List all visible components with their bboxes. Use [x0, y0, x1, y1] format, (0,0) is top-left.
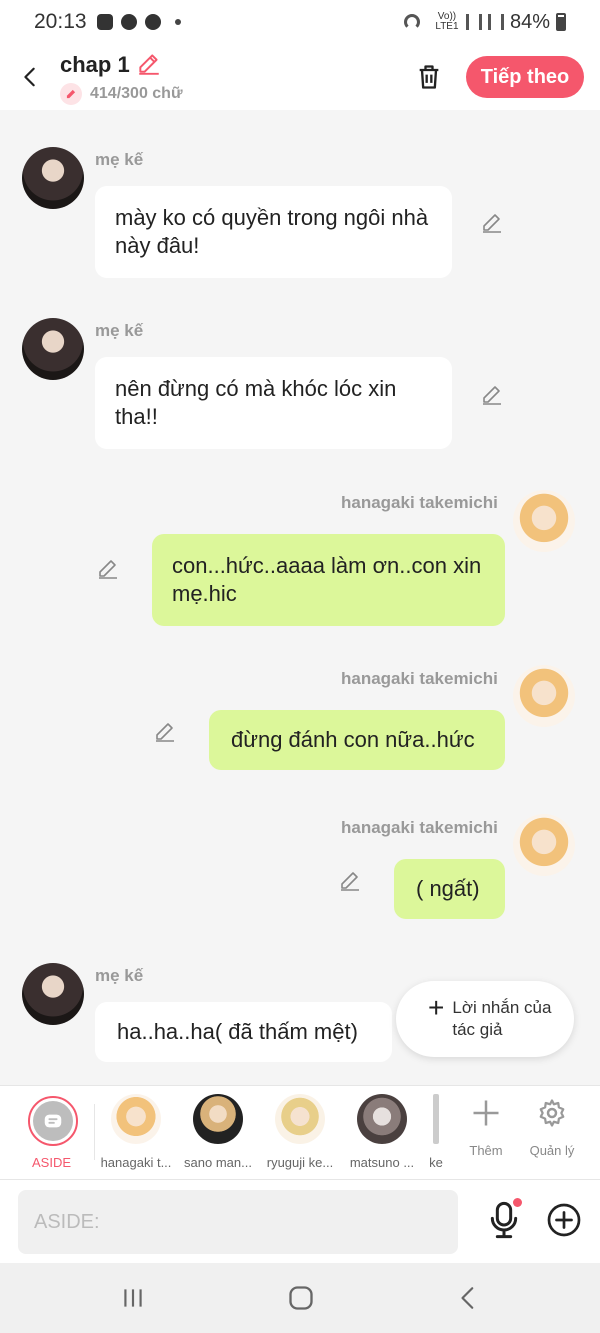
- aside-chat-icon: [44, 1114, 62, 1128]
- aside-button[interactable]: [28, 1096, 78, 1146]
- pencil-badge-icon: [60, 82, 82, 105]
- system-back-button[interactable]: [454, 1283, 484, 1313]
- avatar-hanagaki[interactable]: [513, 490, 575, 552]
- status-bar: 20:13 Vo)) LTE1 84%: [0, 0, 600, 44]
- notification-icon: [96, 14, 113, 30]
- messenger-icon: [120, 14, 137, 30]
- message-bubble[interactable]: ha..ha..ha( đã thấm mệt): [95, 1002, 392, 1062]
- character-bar: ASIDE hanagaki t... sano man... ryuguji …: [0, 1085, 600, 1179]
- edit-pencil-icon[interactable]: [480, 382, 504, 406]
- edit-pencil-icon[interactable]: [338, 868, 362, 892]
- message-bubble[interactable]: nên đừng có mà khóc lóc xin tha!!: [95, 357, 452, 449]
- signal-icon-2: [487, 14, 504, 30]
- recent-apps-icon: [124, 1289, 142, 1307]
- character-hanagaki[interactable]: hanagaki t...: [96, 1094, 176, 1170]
- word-count: 414/300 chữ: [90, 84, 183, 102]
- character-label: hanagaki t...: [100, 1155, 172, 1170]
- sender-name: mẹ kế: [95, 150, 144, 169]
- edit-pencil-icon[interactable]: [153, 719, 177, 743]
- character-avatar: [275, 1094, 325, 1144]
- divider: [94, 1104, 95, 1160]
- message-bubble[interactable]: đừng đánh con nữa..hức: [209, 710, 505, 770]
- home-icon: [289, 1286, 313, 1310]
- mic-button[interactable]: [484, 1198, 524, 1240]
- title-block: chap 1 414/300 chữ: [60, 50, 183, 105]
- add-character-button[interactable]: Thêm: [456, 1098, 516, 1158]
- edit-pencil-icon[interactable]: [96, 556, 120, 580]
- sender-name: hanagaki takemichi: [341, 493, 498, 512]
- system-nav-bar: [0, 1263, 600, 1333]
- character-label: sano man...: [184, 1155, 252, 1170]
- trash-icon: [419, 65, 439, 89]
- character-avatar: [193, 1094, 243, 1144]
- avatar-hanagaki[interactable]: [513, 665, 575, 727]
- home-button[interactable]: [286, 1283, 316, 1313]
- edit-title-icon[interactable]: [136, 50, 162, 81]
- manage-label: Quản lý: [529, 1143, 575, 1158]
- avatar-hanagaki[interactable]: [513, 814, 575, 876]
- plus-icon: +: [428, 992, 445, 1023]
- header: chap 1 414/300 chữ Tiếp theo: [0, 44, 600, 110]
- notification-dot: [513, 1198, 522, 1207]
- message-bubble[interactable]: ( ngất): [394, 859, 505, 919]
- sender-name: hanagaki takemichi: [341, 818, 498, 837]
- back-icon: [461, 1287, 474, 1309]
- delete-button[interactable]: [410, 58, 448, 96]
- sender-name: mẹ kế: [95, 321, 144, 340]
- battery-icon: [556, 13, 566, 31]
- character-label: ryuguji ke...: [266, 1155, 334, 1170]
- gear-icon: [539, 1099, 565, 1127]
- aside-label: ASIDE: [32, 1155, 72, 1170]
- character-avatar: [433, 1094, 439, 1144]
- message-input[interactable]: [18, 1190, 458, 1254]
- avatar-me-ke[interactable]: [22, 147, 84, 209]
- sender-name: mẹ kế: [95, 966, 144, 985]
- message-bubble[interactable]: con...hức..aaaa làm ơn..con xin mẹ.hic: [152, 534, 505, 626]
- character-label: matsuno ...: [349, 1155, 415, 1170]
- chat-area[interactable]: mẹ kế mày ko có quyền trong ngôi nhà này…: [0, 110, 600, 1085]
- sender-name: hanagaki takemichi: [341, 669, 498, 688]
- character-sano[interactable]: sano man...: [178, 1094, 258, 1170]
- next-button[interactable]: Tiếp theo: [466, 56, 584, 98]
- more-notifications-dot: [174, 19, 181, 25]
- character-avatar: [357, 1094, 407, 1144]
- back-button[interactable]: [0, 44, 60, 110]
- character-avatar: [111, 1094, 161, 1144]
- chat-icon: [144, 14, 161, 30]
- page-title: chap 1: [60, 52, 130, 77]
- avatar-me-ke[interactable]: [22, 963, 84, 1025]
- manage-button[interactable]: Quản lý: [522, 1098, 582, 1158]
- character-matsuno[interactable]: matsuno ...: [342, 1094, 422, 1170]
- signal-icon: [465, 14, 482, 30]
- network-label: Vo)) LTE1: [435, 11, 459, 32]
- edit-pencil-icon[interactable]: [480, 210, 504, 234]
- input-bar: [0, 1179, 600, 1263]
- recent-apps-button[interactable]: [118, 1283, 148, 1313]
- author-message-button[interactable]: + Lời nhắn của tác giả: [396, 981, 574, 1057]
- attach-button[interactable]: [546, 1202, 582, 1238]
- status-time: 20:13: [34, 10, 87, 33]
- wifi-icon: [403, 14, 420, 30]
- plus-icon: [473, 1100, 499, 1126]
- character-ryuguji[interactable]: ryuguji ke...: [260, 1094, 340, 1170]
- message-bubble[interactable]: mày ko có quyền trong ngôi nhà này đâu!: [95, 186, 452, 278]
- author-message-label: Lời nhắn của tác giả: [452, 998, 552, 1039]
- add-label: Thêm: [469, 1143, 503, 1158]
- battery-percent: 84%: [509, 10, 550, 33]
- character-label: ke: [429, 1155, 443, 1170]
- character-ke[interactable]: ke: [424, 1094, 448, 1170]
- avatar-me-ke[interactable]: [22, 318, 84, 380]
- chevron-left-icon: [24, 67, 35, 87]
- plus-circle-icon: [547, 1203, 581, 1237]
